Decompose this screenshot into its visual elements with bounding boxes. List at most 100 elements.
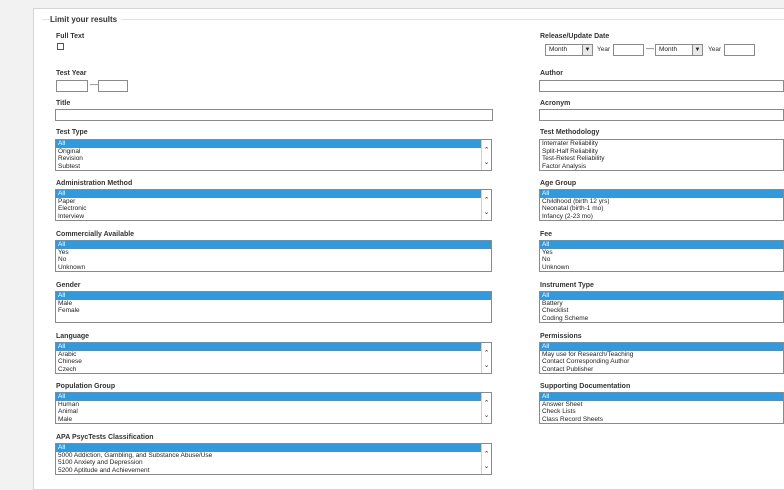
test-year-separator: — <box>90 80 98 89</box>
list-option[interactable]: Human <box>56 401 491 409</box>
list-option[interactable]: Class Record Sheets <box>540 416 783 424</box>
full-text-checkbox[interactable] <box>57 43 64 50</box>
list-option[interactable]: No <box>56 256 491 264</box>
release-date-separator: — <box>646 44 654 53</box>
list-option[interactable]: All <box>56 190 491 198</box>
title-input[interactable] <box>55 109 493 121</box>
scroll-up-icon[interactable]: ⌃ <box>482 400 491 408</box>
list-option[interactable]: Interview <box>56 213 491 221</box>
acronym-label: Acronym <box>540 100 571 107</box>
fieldset-legend: Limit your results <box>50 15 122 24</box>
author-input[interactable] <box>539 80 784 92</box>
list-option[interactable]: Test-Retest Reliability <box>540 155 783 163</box>
list-option[interactable]: All <box>540 343 783 351</box>
test-year-to-input[interactable] <box>98 80 128 92</box>
instrument-type-label: Instrument Type <box>540 282 594 289</box>
age-group-listbox[interactable]: All Childhood (birth 12 yrs) Neonatal (b… <box>539 189 784 221</box>
list-option[interactable]: Male <box>56 416 491 424</box>
list-option[interactable]: Male <box>56 300 491 308</box>
list-option[interactable]: Coding Scheme <box>540 315 783 323</box>
list-option[interactable]: Revision <box>56 155 491 163</box>
list-option[interactable]: Interrater Reliability <box>540 140 783 148</box>
release-from-year-input[interactable] <box>613 44 644 56</box>
release-to-year-input[interactable] <box>724 44 755 56</box>
list-option[interactable]: May use for Research/Teaching <box>540 351 783 359</box>
listbox-scrollbar[interactable]: ⌃ ⌄ <box>481 444 491 474</box>
listbox-scrollbar[interactable]: ⌃ ⌄ <box>481 393 491 423</box>
list-option[interactable]: All <box>56 292 491 300</box>
list-option[interactable]: All <box>56 343 491 351</box>
administration-method-listbox[interactable]: All Paper Electronic Interview ⌃ ⌄ <box>55 189 492 221</box>
scroll-down-icon[interactable]: ⌄ <box>482 412 491 420</box>
list-option[interactable]: All <box>540 292 783 300</box>
list-option[interactable]: Childhood (birth 12 yrs) <box>540 198 783 206</box>
list-option[interactable]: Female <box>56 307 491 315</box>
listbox-scrollbar[interactable]: ⌃ ⌄ <box>481 190 491 220</box>
population-group-listbox[interactable]: All Human Animal Male ⌃ ⌄ <box>55 392 492 424</box>
list-option[interactable]: No <box>540 256 783 264</box>
list-option[interactable]: Yes <box>540 249 783 257</box>
list-option[interactable]: 5200 Aptitude and Achievement <box>56 467 491 475</box>
list-option[interactable]: 5000 Addiction, Gambling, and Substance … <box>56 452 491 460</box>
chevron-down-icon[interactable]: ▼ <box>582 45 592 55</box>
list-option[interactable]: All <box>56 241 491 249</box>
scroll-up-icon[interactable]: ⌃ <box>482 350 491 358</box>
list-option[interactable]: All <box>540 241 783 249</box>
scroll-down-icon[interactable]: ⌄ <box>482 463 491 471</box>
list-option[interactable]: Contact Publisher <box>540 366 783 374</box>
list-option[interactable]: All <box>56 393 491 401</box>
release-date-label: Release/Update Date <box>540 33 610 40</box>
test-year-from-input[interactable] <box>56 80 88 92</box>
list-option[interactable]: All <box>56 444 491 452</box>
list-option[interactable]: Chinese <box>56 358 491 366</box>
list-option[interactable]: Split-Half Reliability <box>540 148 783 156</box>
instrument-type-listbox[interactable]: All Battery Checklist Coding Scheme <box>539 291 784 323</box>
list-option[interactable]: Contact Corresponding Author <box>540 358 783 366</box>
scroll-up-icon[interactable]: ⌃ <box>482 451 491 459</box>
scroll-down-icon[interactable]: ⌄ <box>482 159 491 167</box>
scroll-down-icon[interactable]: ⌄ <box>482 362 491 370</box>
list-option[interactable]: Factor Analysis <box>540 163 783 171</box>
fee-listbox[interactable]: All Yes No Unknown <box>539 240 784 272</box>
acronym-input[interactable] <box>539 109 784 121</box>
language-listbox[interactable]: All Arabic Chinese Czech ⌃ ⌄ <box>55 342 492 374</box>
list-option[interactable]: Subtest <box>56 163 491 171</box>
list-option[interactable]: Paper <box>56 198 491 206</box>
release-to-month-select[interactable]: Month ▼ <box>655 44 703 56</box>
list-option[interactable]: Checklist <box>540 307 783 315</box>
list-option[interactable]: Neonatal (birth-1 mo) <box>540 205 783 213</box>
list-option[interactable]: All <box>540 190 783 198</box>
list-option[interactable]: Unknown <box>56 264 491 272</box>
test-type-listbox[interactable]: All Original Revision Subtest ⌃ ⌄ <box>55 139 492 171</box>
chevron-down-icon[interactable]: ▼ <box>692 45 702 55</box>
list-option[interactable]: Czech <box>56 366 491 374</box>
list-option[interactable]: Electronic <box>56 205 491 213</box>
listbox-scrollbar[interactable]: ⌃ ⌄ <box>481 343 491 373</box>
test-methodology-listbox[interactable]: Interrater Reliability Split-Half Reliab… <box>539 139 784 171</box>
list-option[interactable]: Check Lists <box>540 408 783 416</box>
commercially-available-listbox[interactable]: All Yes No Unknown <box>55 240 492 272</box>
list-option[interactable]: Original <box>56 148 491 156</box>
list-option[interactable]: Infancy (2-23 mo) <box>540 213 783 221</box>
list-option[interactable]: All <box>540 393 783 401</box>
supporting-documentation-listbox[interactable]: All Answer Sheet Check Lists Class Recor… <box>539 392 784 424</box>
list-option[interactable]: Unknown <box>540 264 783 272</box>
scroll-up-icon[interactable]: ⌃ <box>482 197 491 205</box>
list-option[interactable]: All <box>56 140 491 148</box>
from-year-label: Year <box>597 46 611 53</box>
list-option[interactable]: Animal <box>56 408 491 416</box>
list-option[interactable]: Answer Sheet <box>540 401 783 409</box>
release-from-month-select[interactable]: Month ▼ <box>545 44 593 56</box>
apa-classification-listbox[interactable]: All 5000 Addiction, Gambling, and Substa… <box>55 443 492 475</box>
author-label: Author <box>540 70 563 77</box>
scroll-up-icon[interactable]: ⌃ <box>482 147 491 155</box>
list-option[interactable]: Arabic <box>56 351 491 359</box>
list-option[interactable]: Battery <box>540 300 783 308</box>
list-option[interactable]: 5100 Anxiety and Depression <box>56 459 491 467</box>
listbox-scrollbar[interactable]: ⌃ ⌄ <box>481 140 491 170</box>
list-option[interactable]: Yes <box>56 249 491 257</box>
title-label: Title <box>56 100 71 107</box>
gender-listbox[interactable]: All Male Female <box>55 291 492 323</box>
permissions-listbox[interactable]: All May use for Research/Teaching Contac… <box>539 342 784 374</box>
scroll-down-icon[interactable]: ⌄ <box>482 209 491 217</box>
